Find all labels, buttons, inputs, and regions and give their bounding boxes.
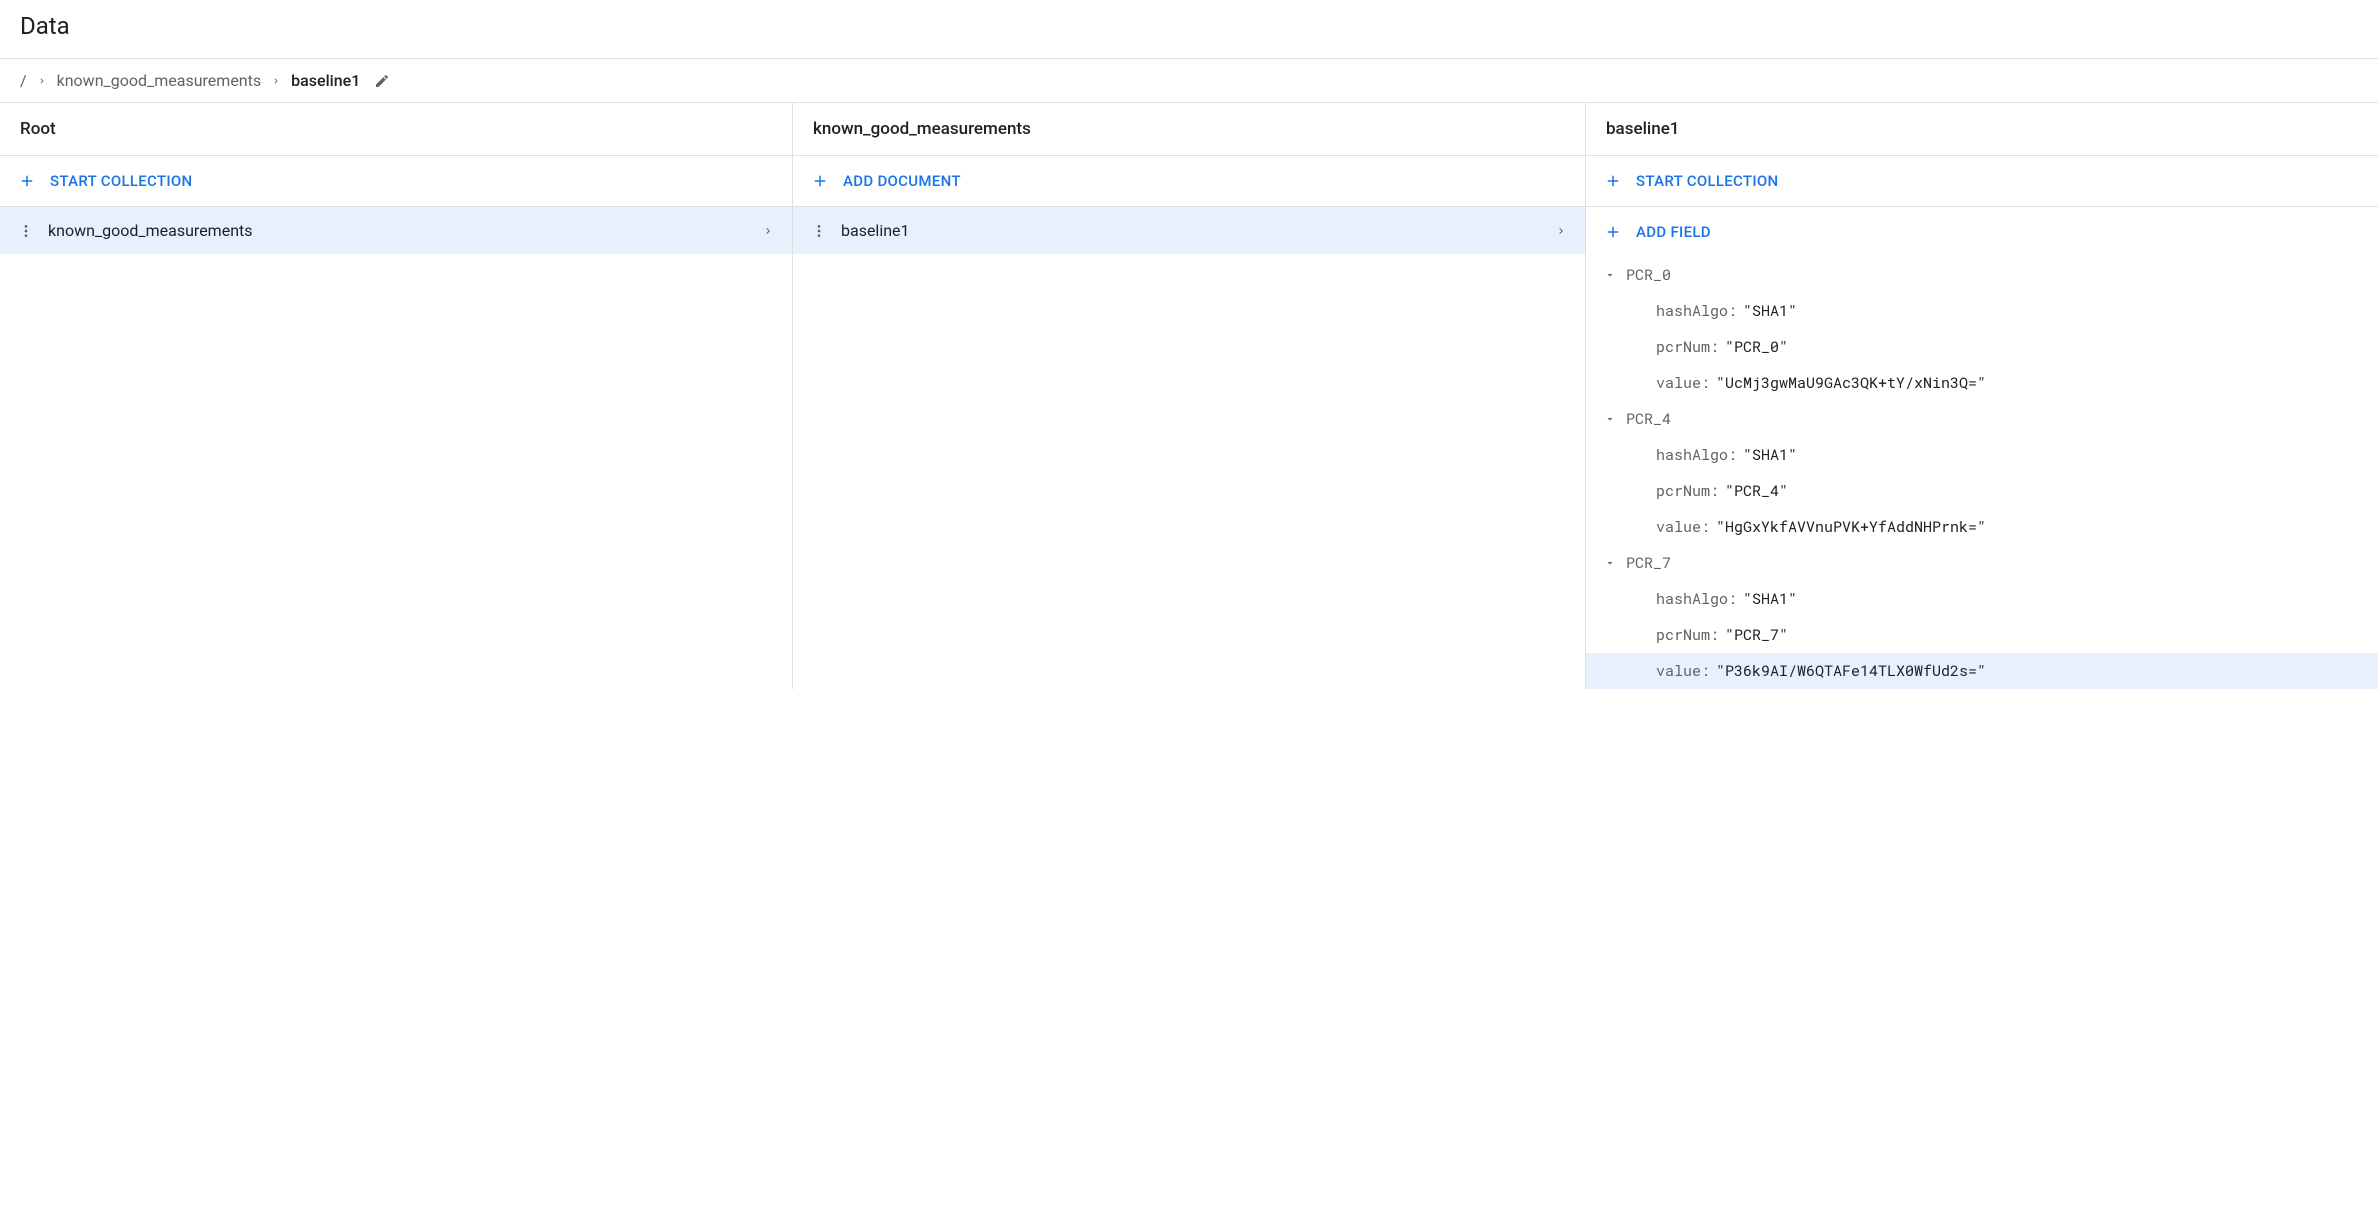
field-kv[interactable]: hashAlgo: "SHA1" [1586,581,2378,617]
add-document-button[interactable]: ADD DOCUMENT [793,156,1585,207]
field-key: hashAlgo: [1656,589,1737,609]
field-value: "UcMj3gwMaU9GAc3QK+tY/xNin3Q=" [1716,373,1986,393]
field-value: "PCR_7" [1725,625,1788,645]
add-field-button[interactable]: ADD FIELD [1586,207,2378,257]
action-label: START COLLECTION [50,172,193,190]
field-value: "SHA1" [1743,445,1797,465]
field-kv[interactable]: value: "HgGxYkfAVVnuPVK+YfAddNHPrnk=" [1586,509,2378,545]
field-kv[interactable]: value: "P36k9AI/W6QTAFe14TLX0WfUd2s=" [1586,653,2378,689]
action-label: ADD FIELD [1636,223,1711,241]
field-value: "HgGxYkfAVVnuPVK+YfAddNHPrnk=" [1716,517,1986,537]
field-value: "SHA1" [1743,301,1797,321]
more-vert-icon[interactable] [811,223,827,239]
panels: Root START COLLECTION known_good_measure… [0,102,2378,689]
field-group[interactable]: PCR_0 [1586,257,2378,293]
field-key: value: [1656,661,1710,681]
caret-down-icon [1604,413,1616,425]
action-label: ADD DOCUMENT [843,172,961,190]
plus-icon [18,172,36,190]
field-value: "SHA1" [1743,589,1797,609]
caret-down-icon [1604,269,1616,281]
list-item-label: known_good_measurements [48,221,748,240]
plus-icon [811,172,829,190]
collection-items-list: baseline1 [793,207,1585,254]
field-kv[interactable]: pcrNum: "PCR_4" [1586,473,2378,509]
field-key: pcrNum: [1656,625,1719,645]
field-group-name: PCR_0 [1626,265,1671,285]
panel-collection-header: known_good_measurements [793,103,1585,156]
field-group-name: PCR_4 [1626,409,1671,429]
breadcrumb: / known_good_measurements baseline1 [0,59,2378,102]
field-key: pcrNum: [1656,481,1719,501]
field-value: "P36k9AI/W6QTAFe14TLX0WfUd2s=" [1716,661,1986,681]
field-kv[interactable]: value: "UcMj3gwMaU9GAc3QK+tY/xNin3Q=" [1586,365,2378,401]
document-fields: PCR_0 hashAlgo: "SHA1" pcrNum: "PCR_0" value:… [1586,257,2378,689]
plus-icon [1604,223,1622,241]
field-value: "PCR_0" [1725,337,1788,357]
breadcrumb-root[interactable]: / [20,71,27,90]
start-collection-button[interactable]: START COLLECTION [0,156,792,207]
list-item[interactable]: baseline1 [793,207,1585,254]
field-key: value: [1656,517,1710,537]
field-key: value: [1656,373,1710,393]
field-key: hashAlgo: [1656,445,1737,465]
page-title: Data [0,0,2378,58]
panel-document: baseline1 START COLLECTION ADD FIELD PCR… [1586,103,2378,689]
field-group-name: PCR_7 [1626,553,1671,573]
list-item[interactable]: known_good_measurements [0,207,792,254]
field-value: "PCR_4" [1725,481,1788,501]
start-collection-button-doc[interactable]: START COLLECTION [1586,156,2378,207]
panel-document-header: baseline1 [1586,103,2378,156]
field-group[interactable]: PCR_7 [1586,545,2378,581]
field-key: pcrNum: [1656,337,1719,357]
list-item-label: baseline1 [841,221,1541,240]
root-items-list: known_good_measurements [0,207,792,254]
panel-collection: known_good_measurements ADD DOCUMENT bas… [793,103,1586,689]
breadcrumb-collection[interactable]: known_good_measurements [57,71,262,90]
plus-icon [1604,172,1622,190]
chevron-right-icon [271,76,281,86]
field-kv[interactable]: pcrNum: "PCR_0" [1586,329,2378,365]
more-vert-icon[interactable] [18,223,34,239]
caret-down-icon [1604,557,1616,569]
breadcrumb-document[interactable]: baseline1 [291,71,360,90]
action-label: START COLLECTION [1636,172,1779,190]
chevron-right-icon [762,225,774,237]
chevron-right-icon [37,76,47,86]
field-group[interactable]: PCR_4 [1586,401,2378,437]
field-key: hashAlgo: [1656,301,1737,321]
panel-root-header: Root [0,103,792,156]
field-kv[interactable]: hashAlgo: "SHA1" [1586,293,2378,329]
pencil-icon[interactable] [374,73,390,89]
field-kv[interactable]: hashAlgo: "SHA1" [1586,437,2378,473]
chevron-right-icon [1555,225,1567,237]
field-kv[interactable]: pcrNum: "PCR_7" [1586,617,2378,653]
panel-root: Root START COLLECTION known_good_measure… [0,103,793,689]
